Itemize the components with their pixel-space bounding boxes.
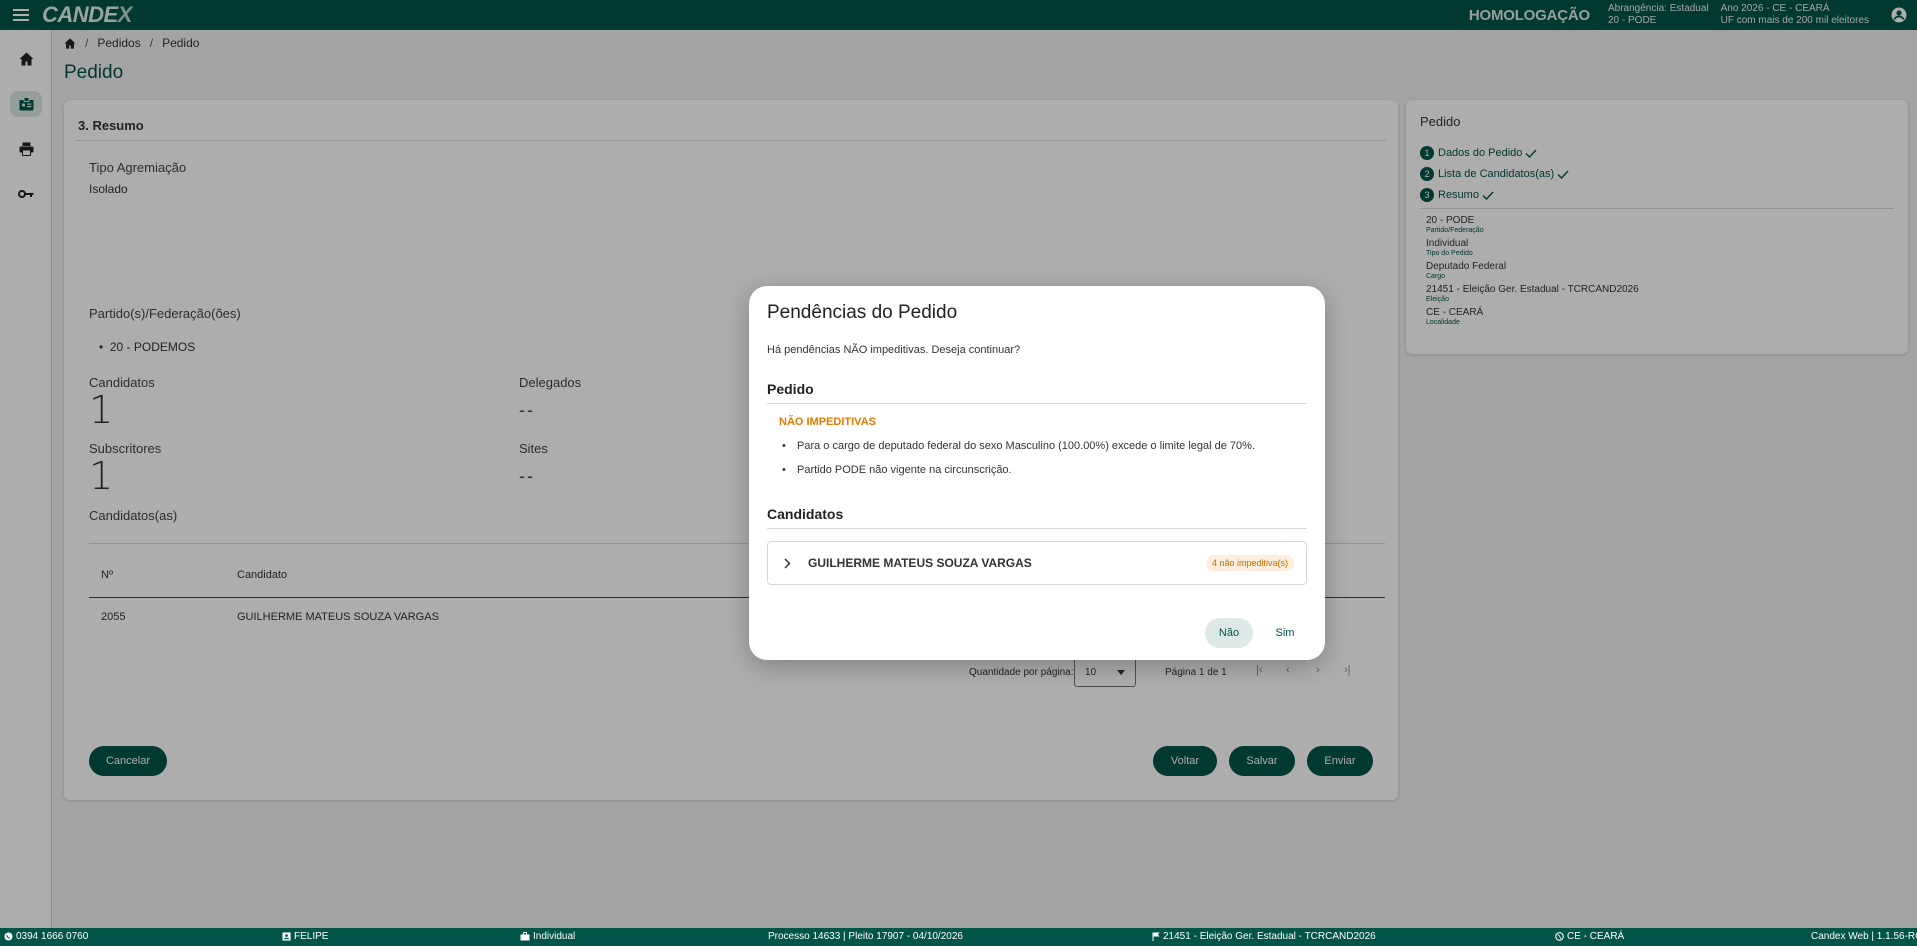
warning-item: • Para o cargo de deputado federal do sex… [779,440,1256,452]
status-badge: 4 não impeditiva(s) [1205,555,1294,571]
id-card-icon [282,932,291,941]
warning-item: • Partido PODE não vigente na circunscriç… [779,464,1012,476]
status-type: Individual [520,931,575,942]
yes-button[interactable]: Sim [1261,618,1309,648]
candidate-expander[interactable]: GUILHERME MATEUS SOUZA VARGAS 4 não impe… [767,541,1307,585]
status-user: FELIPE [282,931,328,942]
dialog-subtitle: Há pendências NÃO impeditivas. Deseja co… [767,344,1021,356]
phone-icon [4,932,13,941]
status-version: Candex Web | 1.1.56-RC [1811,931,1917,942]
globe-icon [1555,932,1564,941]
candidate-name: GUILHERME MATEUS SOUZA VARGAS [808,556,1032,570]
status-process: Processo 14633 | Pleito 17907 - 04/10/20… [768,931,963,942]
no-button[interactable]: Não [1205,618,1253,648]
briefcase-icon [520,932,530,941]
status-bar: 0394 1666 0760 FELIPE Individual Process… [0,928,1917,946]
status-phone: 0394 1666 0760 [4,931,88,942]
section-candidatos-title: Candidatos [767,506,844,522]
chevron-right-icon [784,558,791,569]
status-election: 21451 - Eleição Ger. Estadual - TCRCAND2… [1152,931,1376,942]
dialog-title: Pendências do Pedido [767,302,958,323]
warning-title: NÃO IMPEDITIVAS [779,416,876,428]
status-locality: CE - CEARÁ [1555,931,1624,942]
flag-icon [1152,932,1160,941]
section-pedido-title: Pedido [767,381,814,397]
pendencias-dialog: Pendências do Pedido Há pendências NÃO i… [749,286,1325,660]
